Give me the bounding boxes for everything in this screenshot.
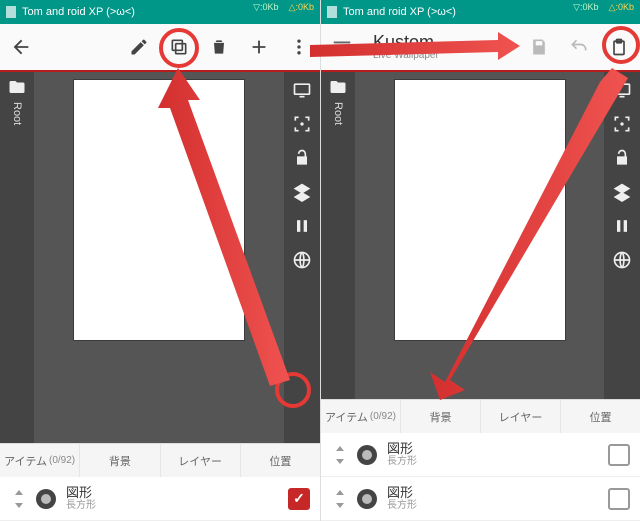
canvas[interactable]	[34, 72, 284, 443]
tab-position[interactable]: 位置	[240, 443, 320, 477]
left-panel: Tom and roid XP (>ω<) ▽:0Kb △:0Kb Root	[0, 0, 320, 521]
layers-icon[interactable]	[292, 182, 312, 202]
focus-icon[interactable]	[612, 114, 632, 134]
canvas-area: Root	[321, 72, 640, 399]
folder-icon[interactable]	[327, 78, 349, 96]
status-net: ▽:0Kb △:0Kb	[253, 2, 314, 13]
status-icon	[6, 6, 16, 18]
tab-background[interactable]: 背景	[400, 399, 480, 433]
tabs: アイテム(0/92) 背景 レイヤー 位置	[0, 443, 320, 477]
item-thumb-icon	[36, 489, 56, 509]
lock-icon[interactable]	[292, 148, 312, 168]
item-subtitle: 長方形	[66, 500, 288, 511]
screen-icon[interactable]	[292, 80, 312, 100]
status-icon	[327, 6, 337, 18]
item-list: 図形長方形	[0, 477, 320, 521]
item-checkbox[interactable]	[288, 488, 310, 510]
drag-handle-icon[interactable]	[331, 446, 349, 464]
edit-icon[interactable]	[124, 32, 154, 62]
item-list: 図形長方形 図形長方形	[321, 433, 640, 521]
tab-layer[interactable]: レイヤー	[160, 443, 240, 477]
app-title-block: Kustom Live Wallpaper	[373, 33, 439, 61]
app-title: Kustom	[373, 33, 439, 51]
more-icon[interactable]	[284, 32, 314, 62]
pause-icon[interactable]	[292, 216, 312, 236]
drag-handle-icon[interactable]	[10, 490, 28, 508]
menu-icon[interactable]	[327, 32, 357, 62]
status-title: Tom and roid XP (>ω<)	[22, 6, 135, 18]
tab-layer[interactable]: レイヤー	[480, 399, 560, 433]
list-item[interactable]: 図形長方形	[0, 477, 320, 521]
screen-icon[interactable]	[612, 80, 632, 100]
item-subtitle: 長方形	[387, 500, 608, 511]
status-net: ▽:0Kb △:0Kb	[573, 2, 634, 13]
item-title: 図形	[66, 486, 288, 500]
item-thumb-icon	[357, 489, 377, 509]
root-label: Root	[332, 102, 344, 125]
status-bar: Tom and roid XP (>ω<) ▽:0Kb △:0Kb	[321, 0, 640, 24]
layers-icon[interactable]	[612, 182, 632, 202]
add-button[interactable]	[244, 32, 274, 62]
tab-position[interactable]: 位置	[560, 399, 640, 433]
canvas-area: Root	[0, 72, 320, 443]
right-tool-rail	[604, 72, 640, 399]
clipboard-icon[interactable]	[604, 32, 634, 62]
item-title: 図形	[387, 442, 608, 456]
status-title: Tom and roid XP (>ω<)	[343, 6, 456, 18]
tab-items[interactable]: アイテム(0/92)	[321, 399, 400, 433]
right-tool-rail	[284, 72, 320, 443]
canvas-page	[74, 80, 244, 340]
canvas[interactable]	[355, 72, 604, 399]
undo-icon[interactable]	[564, 32, 594, 62]
list-item[interactable]: 図形長方形	[321, 433, 640, 477]
save-icon[interactable]	[524, 32, 554, 62]
tab-background[interactable]: 背景	[79, 443, 159, 477]
toolbar	[0, 24, 320, 72]
back-button[interactable]	[6, 32, 36, 62]
item-checkbox[interactable]	[608, 444, 630, 466]
toolbar: Kustom Live Wallpaper	[321, 24, 640, 72]
item-thumb-icon	[357, 445, 377, 465]
item-checkbox[interactable]	[608, 488, 630, 510]
left-rail: Root	[0, 72, 34, 443]
lock-icon[interactable]	[612, 148, 632, 168]
app-subtitle: Live Wallpaper	[373, 51, 439, 61]
focus-icon[interactable]	[292, 114, 312, 134]
item-subtitle: 長方形	[387, 456, 608, 467]
left-rail: Root	[321, 72, 355, 399]
drag-handle-icon[interactable]	[331, 490, 349, 508]
copy-icon[interactable]	[164, 32, 194, 62]
trash-icon[interactable]	[204, 32, 234, 62]
folder-icon[interactable]	[6, 78, 28, 96]
root-label: Root	[11, 102, 23, 125]
item-title: 図形	[387, 486, 608, 500]
globe-icon[interactable]	[612, 250, 632, 270]
pause-icon[interactable]	[612, 216, 632, 236]
tabs: アイテム(0/92) 背景 レイヤー 位置	[321, 399, 640, 433]
status-bar: Tom and roid XP (>ω<) ▽:0Kb △:0Kb	[0, 0, 320, 24]
tab-items[interactable]: アイテム(0/92)	[0, 443, 79, 477]
right-panel: Tom and roid XP (>ω<) ▽:0Kb △:0Kb Kustom…	[320, 0, 640, 521]
canvas-page	[395, 80, 565, 340]
list-item[interactable]: 図形長方形	[321, 477, 640, 521]
globe-icon[interactable]	[292, 250, 312, 270]
